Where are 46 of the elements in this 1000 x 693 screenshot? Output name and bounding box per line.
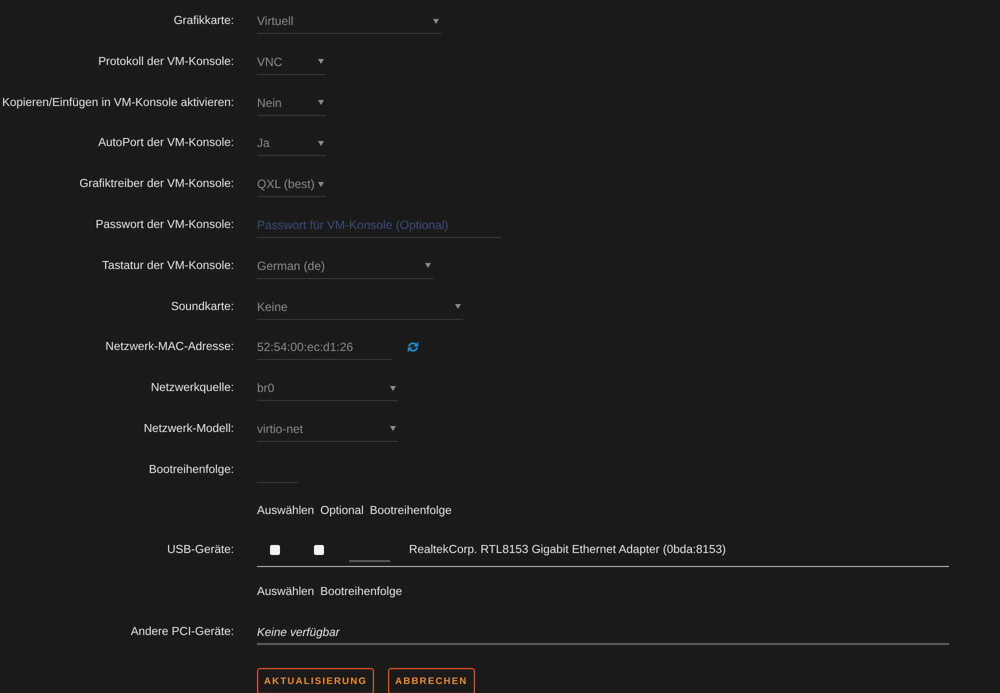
dropdown[interactable]: virtio-net <box>257 408 398 442</box>
dropdown[interactable]: Virtuell <box>257 0 441 34</box>
caret-icon <box>318 100 324 106</box>
dropdown[interactable]: Nein <box>257 82 326 116</box>
dropdown[interactable]: VNC <box>257 40 326 75</box>
column-header: Bootreihenfolge <box>370 502 452 519</box>
dropdown[interactable]: Keine <box>257 286 463 320</box>
refresh-icon[interactable] <box>407 341 419 354</box>
cancel-button[interactable]: ABBRECHEN <box>388 668 475 693</box>
checkbox[interactable] <box>270 545 280 556</box>
caret-icon <box>318 59 324 64</box>
field-label: Protokoll der VM-Konsole: <box>97 54 234 70</box>
dropdown[interactable]: German (de) <box>257 244 433 279</box>
checkbox[interactable] <box>314 545 324 556</box>
dropdown[interactable]: Ja <box>257 122 326 156</box>
field-label: Kopieren/Einfügen in VM-Konsole aktivieren: <box>1 94 234 111</box>
column-header: Auswählen <box>257 502 314 519</box>
column-header: Bootreihenfolge <box>320 584 402 600</box>
mac-address-field[interactable]: 52:54:00:ec:d1:26 <box>257 326 392 360</box>
caret-icon <box>433 18 439 24</box>
field-label: Bootreihenfolge: <box>148 462 234 478</box>
field-label: Netzwerk-MAC-Adresse: <box>104 339 234 356</box>
column-header: Auswählen <box>257 584 314 600</box>
caret-icon <box>318 140 324 146</box>
field-label: Grafiktreiber der VM-Konsole: <box>78 176 234 192</box>
field-label: Netzwerkquelle: <box>150 380 234 396</box>
update-button[interactable]: AKTUALISIERUNG <box>257 668 374 693</box>
field-label: AutoPort der VM-Konsole: <box>97 135 234 152</box>
device-name: RealtekCorp. RTL8153 Gigabit Ethernet Adapter (0bda:8153) <box>409 542 726 558</box>
field-label: Soundkarte: <box>170 298 234 315</box>
field-label: Grafikkarte: <box>172 13 234 29</box>
field-label: Passwort der VM-Konsole: <box>94 216 234 233</box>
field-label: Netzwerk-Modell: <box>142 420 234 437</box>
password-field[interactable]: Passwort für VM-Konsole (Optional) <box>257 204 501 238</box>
caret-icon <box>390 426 396 432</box>
caret-icon <box>318 182 324 187</box>
empty-message: Keine verfügbar <box>257 626 340 640</box>
caret-icon <box>390 386 396 391</box>
caret-icon <box>425 263 431 268</box>
column-header: Optional <box>320 502 364 519</box>
field-label: USB-Geräte: <box>166 542 234 558</box>
dropdown[interactable]: br0 <box>257 367 398 402</box>
field-label: Andere PCI-Geräte: <box>130 624 234 640</box>
field-label: Tastatur der VM-Konsole: <box>101 258 234 274</box>
dropdown[interactable]: QXL (best) <box>257 163 326 198</box>
caret-icon <box>455 304 461 310</box>
